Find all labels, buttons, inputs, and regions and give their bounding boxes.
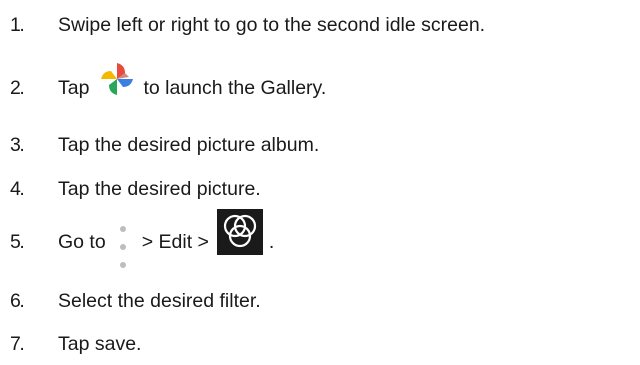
filter-icon: [216, 208, 263, 276]
step-2: 2. Tap to launch the Gallery.: [0, 59, 640, 112]
step-number: 4.: [10, 178, 25, 200]
step-number: 1.: [10, 14, 25, 36]
step-text: Tap save.: [58, 333, 142, 355]
step-content: Tap to launch the Gallery.: [58, 59, 327, 112]
step-text: Tap the desired picture.: [58, 178, 261, 200]
step-4: 4. Tap the desired picture.: [0, 169, 640, 209]
step-text-before: Tap: [58, 77, 90, 99]
step-text-after: to launch the Gallery.: [143, 77, 327, 99]
more-options-icon: [116, 220, 130, 268]
step-1: 1. Swipe left or right to go to the seco…: [0, 5, 640, 45]
step-6: 6. Select the desired filter.: [0, 281, 640, 321]
step-text-after: .: [268, 231, 275, 253]
step-text-before: Go to: [58, 231, 106, 253]
step-text-middle: > Edit >: [141, 231, 209, 253]
step-text: Tap the desired picture album.: [58, 134, 320, 156]
step-7: 7. Tap save.: [0, 324, 640, 364]
step-number: 6.: [10, 290, 25, 312]
step-text: Select the desired filter.: [58, 290, 261, 312]
step-text: Swipe left or right to go to the second …: [58, 14, 486, 36]
gallery-pinwheel-icon: [97, 59, 138, 117]
step-number: 5.: [10, 231, 25, 253]
step-5: 5. Go to > Edit > .: [0, 208, 640, 269]
step-number: 2.: [10, 77, 25, 99]
step-3: 3. Tap the desired picture album.: [0, 125, 640, 165]
step-content: Go to > Edit > .: [58, 208, 275, 269]
step-number: 7.: [10, 333, 25, 355]
step-number: 3.: [10, 134, 25, 156]
